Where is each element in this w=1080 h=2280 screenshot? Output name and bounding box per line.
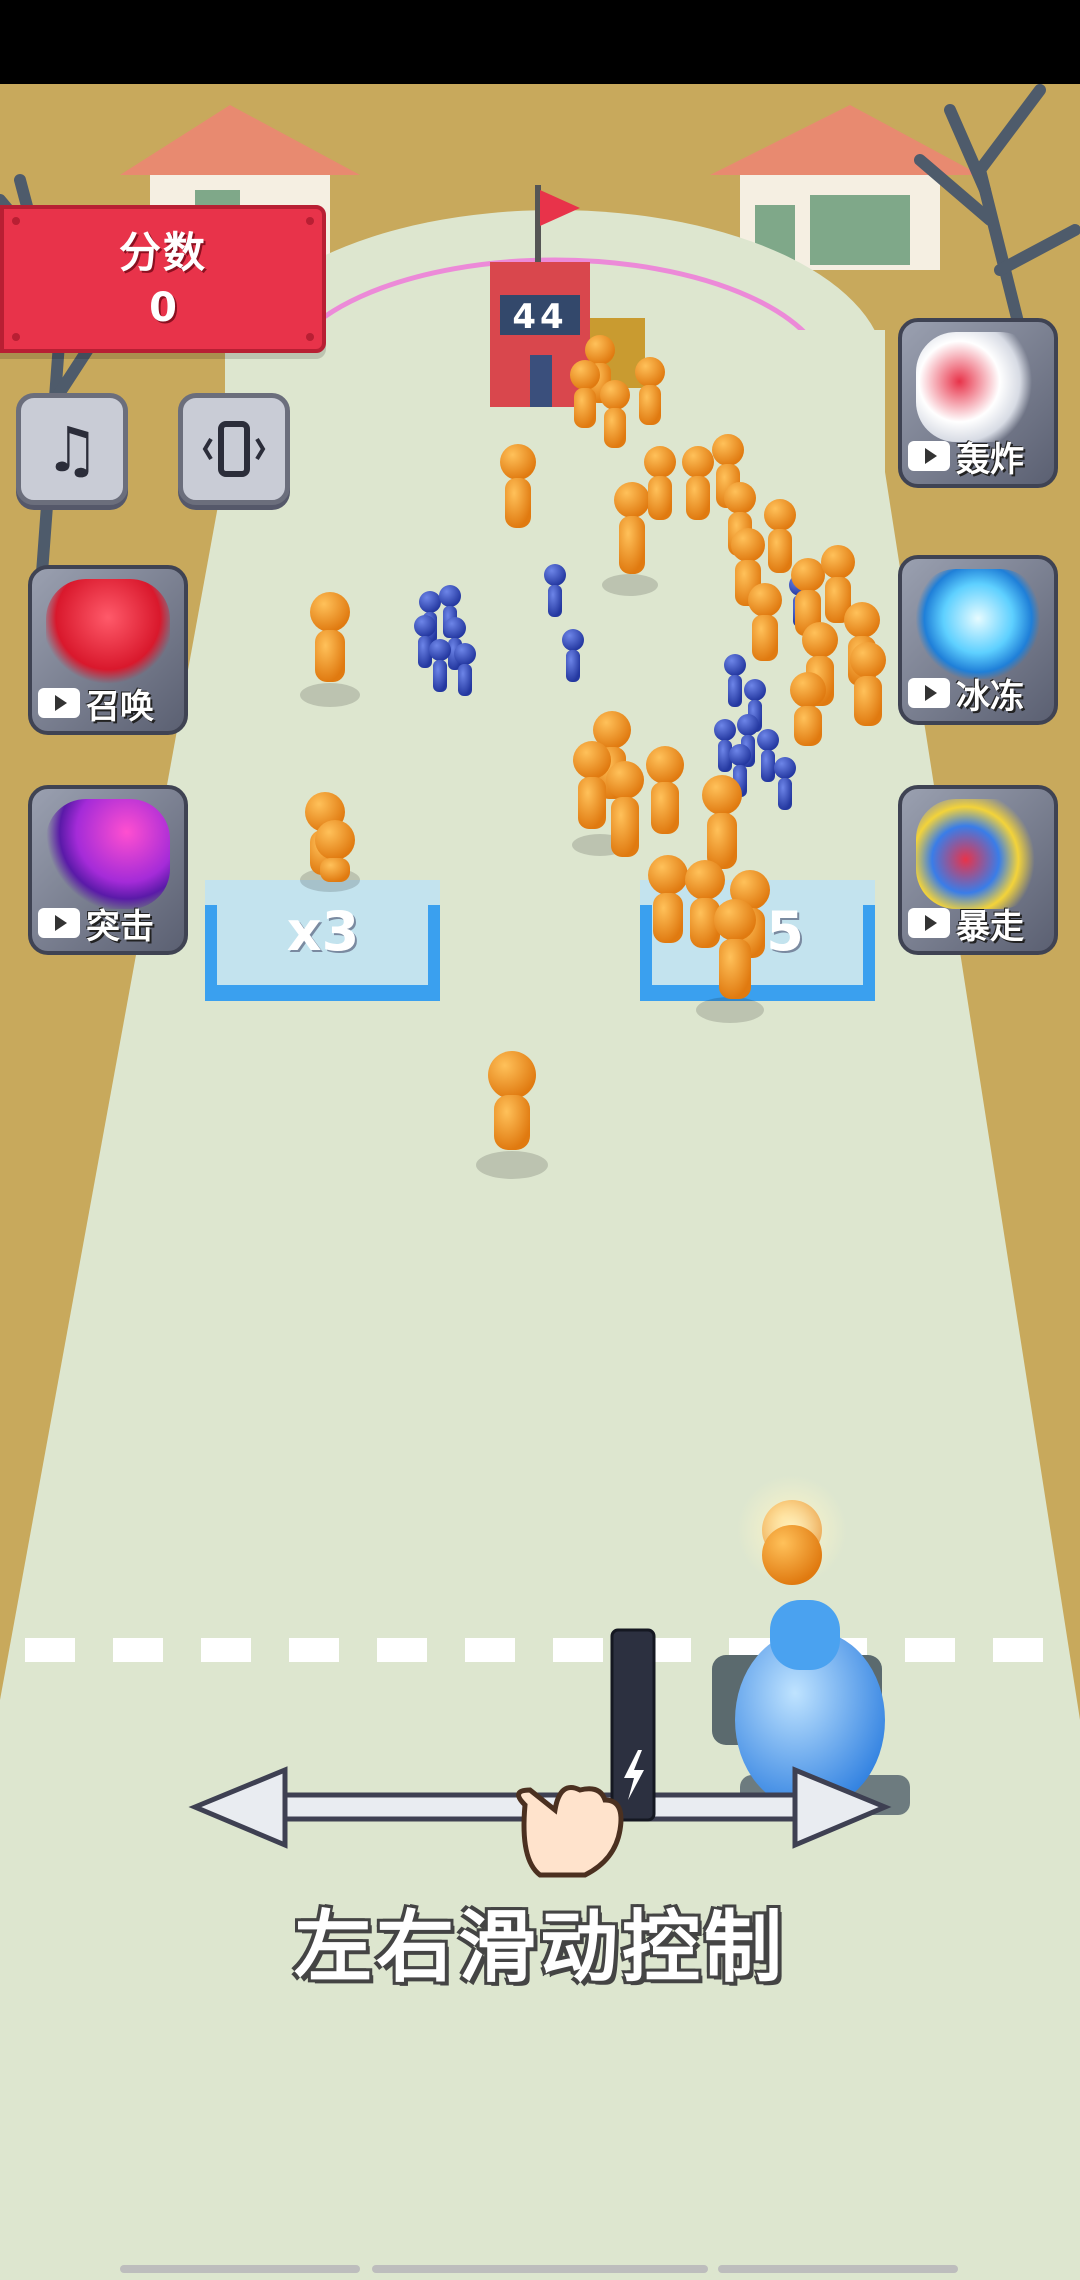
power-gauge <box>610 1628 656 1822</box>
freeze-powerup-button[interactable]: 冰冻 <box>898 555 1058 725</box>
game-scene[interactable]: 分数 0 ♫ 召唤 突击 轰炸 冰冻 暴走 x3 5 44 左右滑动控制 <box>0 0 1080 2280</box>
tutorial-hand <box>516 1785 624 1878</box>
nav-bar-segment <box>372 2265 708 2273</box>
charge-icon <box>46 799 170 909</box>
charge-powerup-button[interactable]: 突击 <box>28 785 188 955</box>
enemy-tower-count: 44 <box>512 297 568 337</box>
score-panel: 分数 0 <box>0 205 326 353</box>
summon-label: 召唤 <box>86 686 154 727</box>
rampage-label: 暴走 <box>956 906 1024 947</box>
phone-vibrate-icon <box>202 421 266 477</box>
music-toggle-button[interactable]: ♫ <box>16 393 128 505</box>
vibrate-toggle-button[interactable] <box>178 393 290 505</box>
nav-bar-segment <box>718 2265 958 2273</box>
video-ad-icon <box>38 688 80 718</box>
status-bar <box>0 0 1080 84</box>
charge-label: 突击 <box>86 906 154 947</box>
panel-rivet <box>12 333 20 341</box>
freeze-label: 冰冻 <box>956 676 1024 717</box>
bomb-icon <box>916 332 1040 442</box>
video-ad-icon <box>908 908 950 938</box>
panel-rivet <box>306 333 314 341</box>
nav-bar-segment <box>120 2265 360 2273</box>
video-ad-icon <box>908 441 950 471</box>
freeze-icon <box>916 569 1040 679</box>
bomb-label: 轰炸 <box>956 439 1024 480</box>
gate-right-label: 5 <box>766 900 804 963</box>
video-ad-icon <box>908 678 950 708</box>
rampage-powerup-button[interactable]: 暴走 <box>898 785 1058 955</box>
score-label: 分数 <box>118 228 207 277</box>
panel-rivet <box>12 217 20 225</box>
gate-left-label: x3 <box>286 900 360 963</box>
summon-powerup-button[interactable]: 召唤 <box>28 565 188 735</box>
bomb-powerup-button[interactable]: 轰炸 <box>898 318 1058 488</box>
summon-giant-icon <box>46 579 170 689</box>
rampage-icon <box>916 799 1040 909</box>
score-value: 0 <box>149 285 177 331</box>
panel-rivet <box>306 217 314 225</box>
video-ad-icon <box>38 908 80 938</box>
tutorial-text: 左右滑动控制 <box>293 1903 786 1993</box>
music-note-icon: ♫ <box>44 412 100 486</box>
